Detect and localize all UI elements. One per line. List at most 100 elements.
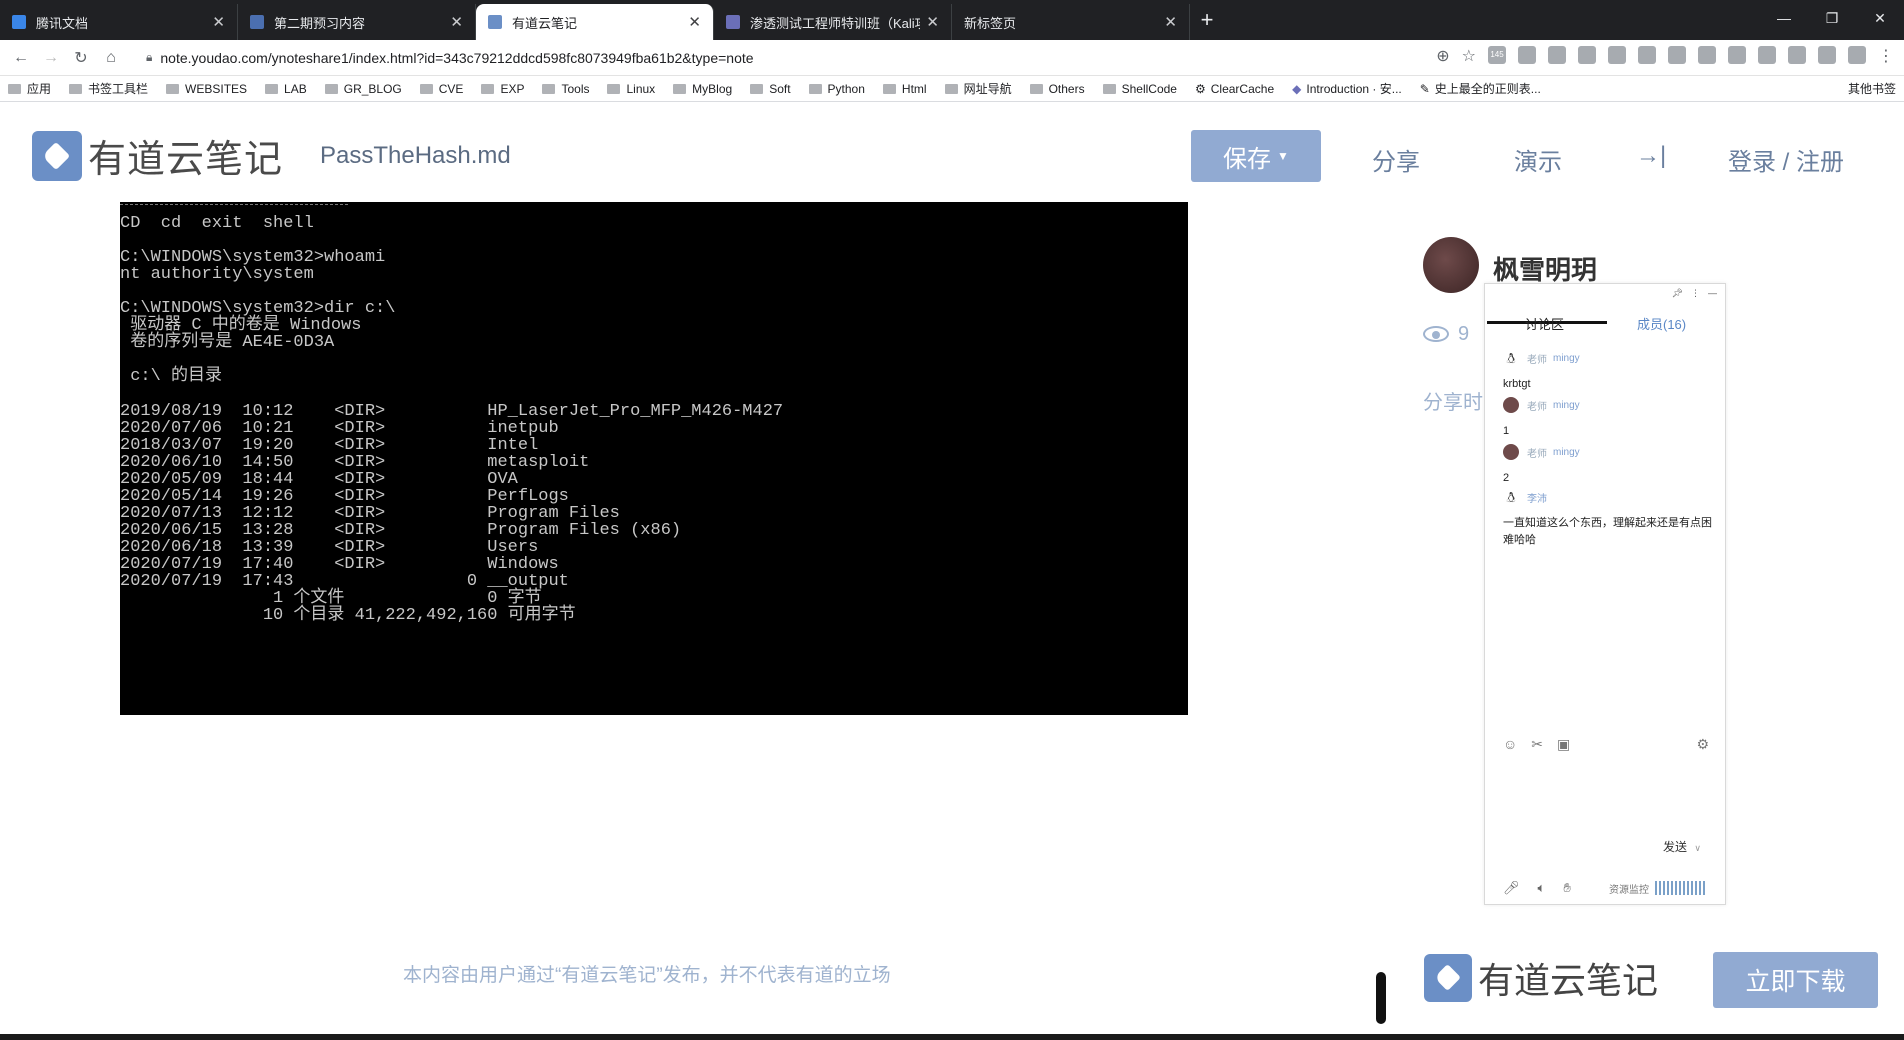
bookmark-label: Python <box>827 81 865 96</box>
message-text: krbtgt <box>1503 378 1531 390</box>
other-bookmarks[interactable]: 其他书签 <box>1848 80 1896 97</box>
folder-icon <box>750 83 764 94</box>
send-label: 发送 <box>1663 840 1688 854</box>
share-button[interactable]: 分享 <box>1372 142 1420 177</box>
browser-tab[interactable]: 腾讯文档 ✕ <box>0 4 238 40</box>
restore-button[interactable]: ❐ <box>1808 0 1856 36</box>
close-icon[interactable]: ✕ <box>1164 13 1177 31</box>
extension-icon[interactable] <box>1758 46 1776 64</box>
image-icon[interactable]: ▣ <box>1557 736 1570 753</box>
bookmark-folder[interactable]: LAB <box>265 82 307 96</box>
youdao-logo[interactable]: 有道云笔记 <box>32 128 283 183</box>
close-icon[interactable]: ✕ <box>926 13 939 31</box>
browser-tab-active[interactable]: 有道云笔记 ✕ <box>476 4 714 40</box>
minimize-button[interactable]: — <box>1760 0 1808 36</box>
reload-icon[interactable]: ↻ <box>66 48 96 68</box>
star-icon[interactable]: ☆ <box>1462 46 1476 66</box>
screen: 腾讯文档 ✕ 第二期预习内容 ✕ 有道云笔记 ✕ 渗透测试工程师特训班（Kali… <box>0 0 1904 1040</box>
document-favicon-icon <box>250 15 264 29</box>
extension-icon[interactable] <box>1848 46 1866 64</box>
back-arrow-icon[interactable]: ← <box>6 49 36 67</box>
bookmark-link[interactable]: ⚙ ClearCache <box>1195 82 1274 96</box>
bookmark-folder[interactable]: Soft <box>750 82 791 96</box>
pin-icon[interactable]: 📌︎ <box>1672 288 1683 299</box>
extension-icon[interactable] <box>1548 46 1566 64</box>
folder-icon <box>944 83 958 94</box>
settings-icon[interactable]: ⚙ <box>1696 736 1709 753</box>
login-register-link[interactable]: 登录 / 注册 <box>1728 142 1844 177</box>
new-tab-button[interactable]: + <box>1190 7 1224 33</box>
bookmark-folder[interactable]: EXP <box>481 82 524 96</box>
hand-icon[interactable]: ✋︎ <box>1563 880 1570 896</box>
bookmark-folder[interactable]: 书签工具栏 <box>69 80 148 97</box>
minimize-icon[interactable]: — <box>1708 288 1717 299</box>
author-avatar <box>1423 237 1479 293</box>
browser-tab[interactable]: 渗透测试工程师特训班（Kali攻 ✕ <box>714 4 952 40</box>
message-text: 2 <box>1503 472 1510 484</box>
tencent-docs-favicon-icon <box>12 15 26 29</box>
site-icon: ◆ <box>1292 81 1302 96</box>
forward-arrow-icon[interactable]: → <box>36 49 66 67</box>
bookmark-link[interactable]: ✎ 史上最全的正则表... <box>1420 80 1541 97</box>
save-button[interactable]: 保存 ▼ <box>1191 130 1321 182</box>
more-icon[interactable]: ⋮ <box>1691 288 1700 299</box>
extension-icon[interactable] <box>1638 46 1656 64</box>
bookmark-folder[interactable]: CVE <box>419 82 463 96</box>
collapse-arrow-icon[interactable]: →| <box>1636 142 1666 170</box>
extension-icon[interactable] <box>1788 46 1806 64</box>
resource-monitor-label[interactable]: 资源监控 <box>1609 881 1649 896</box>
bookmark-folder[interactable]: Python <box>808 81 865 96</box>
send-button[interactable]: 发送 ∨ <box>1663 838 1701 855</box>
author-name: 枫雪明玥 <box>1493 255 1598 285</box>
resource-bars-icon <box>1655 881 1705 895</box>
zoom-icon[interactable]: ⊕ <box>1436 46 1449 66</box>
bookmark-folder[interactable]: Linux <box>607 82 655 96</box>
folder-icon <box>419 83 433 94</box>
close-window-button[interactable]: ✕ <box>1856 0 1904 36</box>
sender-name: 李沛 <box>1527 493 1547 505</box>
scissors-icon[interactable]: ✂ <box>1531 736 1543 753</box>
bookmark-folder[interactable]: Html <box>882 82 927 96</box>
penguin-avatar-icon: 🐧︎ <box>1506 350 1516 366</box>
bookmark-folder[interactable]: MyBlog <box>673 82 732 96</box>
download-button[interactable]: 立即下载 <box>1713 952 1878 1008</box>
extension-icon[interactable] <box>1518 46 1536 64</box>
tab-members[interactable]: 成员(16) <box>1637 314 1686 333</box>
close-icon[interactable]: ✕ <box>688 13 701 31</box>
bookmark-folder[interactable]: 网址导航 <box>944 80 1012 97</box>
bookmark-folder[interactable]: WEBSITES <box>166 82 247 96</box>
bookmark-label: 其他书签 <box>1847 82 1896 96</box>
close-icon[interactable]: ✕ <box>212 13 225 31</box>
bookmark-label: 书签工具栏 <box>88 82 149 96</box>
menu-icon[interactable]: ⋮ <box>1878 46 1894 66</box>
folder-icon <box>607 83 621 94</box>
extension-icon[interactable] <box>1698 46 1716 64</box>
present-button[interactable]: 演示 <box>1514 142 1562 177</box>
extension-icon[interactable] <box>1668 46 1686 64</box>
bookmark-apps[interactable]: 应用 <box>8 80 51 97</box>
home-icon[interactable]: ⌂ <box>96 49 126 67</box>
save-label: 保存 <box>1223 145 1272 173</box>
extension-icon[interactable] <box>1728 46 1746 64</box>
footer-youdao-logo[interactable]: 有道云笔记 <box>1424 952 1658 1004</box>
extension-icon[interactable] <box>1818 46 1836 64</box>
bookmark-folder[interactable]: ShellCode <box>1102 82 1177 96</box>
extension-icon[interactable] <box>1608 46 1626 64</box>
share-time-label: 分享时 <box>1423 392 1483 414</box>
emoji-icon[interactable]: ☺ <box>1503 736 1517 753</box>
bookmark-folder[interactable]: GR_BLOG <box>324 82 402 96</box>
url-field[interactable]: 🔒︎ note.youdao.com/ynoteshare1/index.htm… <box>146 50 754 66</box>
browser-tab[interactable]: 新标签页 ✕ <box>952 4 1190 40</box>
browser-tab[interactable]: 第二期预习内容 ✕ <box>238 4 476 40</box>
bookmark-link[interactable]: ◆ Introduction · 安... <box>1292 80 1402 97</box>
tab-discussion[interactable]: 讨论区 <box>1525 314 1564 333</box>
bookmark-folder[interactable]: Tools <box>542 82 589 96</box>
bookmark-folder[interactable]: Others <box>1029 82 1085 96</box>
message-sender: 🐧︎ 老师 mingy <box>1503 350 1713 366</box>
extension-icon[interactable] <box>1578 46 1596 64</box>
speaker-icon[interactable]: 🔈︎ <box>1538 880 1546 896</box>
microphone-icon[interactable]: 🎤︎ <box>1503 880 1520 896</box>
extension-icon[interactable]: 145 <box>1488 46 1506 64</box>
bookmark-label: 网址导航 <box>963 82 1012 96</box>
close-icon[interactable]: ✕ <box>450 13 463 31</box>
